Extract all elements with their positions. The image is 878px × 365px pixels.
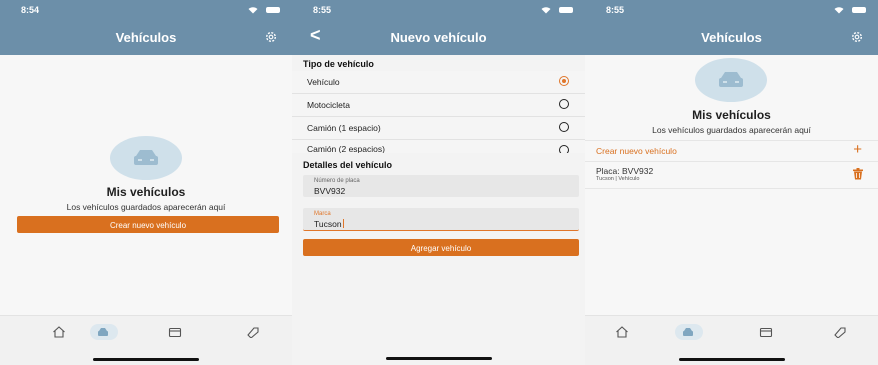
brand-field[interactable]: Marca Tucson: [303, 208, 579, 231]
vehicle-type-option[interactable]: Vehículo: [292, 71, 585, 94]
radio-unselected[interactable]: [559, 122, 569, 132]
create-vehicle-button[interactable]: Crear nuevo vehículo: [17, 216, 279, 233]
page-title: Vehículos: [115, 30, 177, 45]
vehicle-type-option[interactable]: Motocicleta: [292, 94, 585, 117]
screen-vehicles-empty: 8:54 Vehículos Mis vehículos Los vehícul…: [0, 0, 292, 365]
tab-home[interactable]: [609, 324, 637, 340]
plate-number-label: Número de placa: [314, 178, 360, 184]
status-time: 8:54: [21, 5, 40, 15]
home-icon: [53, 326, 65, 338]
status-bar: 8:54: [0, 0, 292, 20]
add-vehicle-button[interactable]: Agregar vehículo: [303, 239, 579, 256]
car-icon: [719, 72, 743, 87]
home-indicator: [678, 358, 785, 361]
vehicle-list-item[interactable]: Placa: BVV932 Tucson | Vehículo: [585, 162, 878, 189]
status-icons: [248, 6, 280, 14]
screens: 8:54 Vehículos Mis vehículos Los vehícul…: [0, 0, 878, 365]
tag-icon: [834, 327, 846, 338]
wifi-icon: [248, 7, 258, 14]
status-icons: [834, 6, 866, 14]
settings-gear-icon[interactable]: [850, 30, 864, 44]
screen-new-vehicle: 8:55 < Nuevo vehículo Tipo de vehículo V…: [292, 0, 585, 365]
home-indicator: [93, 358, 199, 361]
header: Vehículos: [585, 20, 878, 55]
tag-icon: [247, 327, 259, 338]
status-time: 8:55: [313, 5, 332, 15]
battery-icon: [266, 7, 280, 13]
card-icon: [759, 327, 773, 338]
brand-label: Marca: [314, 211, 331, 217]
empty-state-title: Mis vehículos: [106, 185, 186, 199]
brand-value: Tucson: [314, 219, 344, 229]
plate-number-value: BVV932: [314, 186, 346, 196]
tab-payment[interactable]: [162, 324, 190, 340]
empty-state-subtitle: Los vehículos guardados aparecerán aquí: [652, 125, 811, 135]
tab-promotions[interactable]: [240, 324, 268, 340]
vehicle-type-label: Motocicleta: [307, 100, 350, 110]
empty-state-subtitle: Los vehículos guardados aparecerán aquí: [66, 202, 226, 212]
car-placeholder: [695, 58, 767, 102]
radio-selected[interactable]: [559, 76, 569, 86]
tab-bar: [0, 315, 292, 365]
tab-promotions[interactable]: [827, 324, 855, 340]
vehicle-type-label: Vehículo: [307, 77, 340, 87]
status-bar: 8:55: [292, 0, 585, 20]
tab-vehicles[interactable]: [90, 324, 118, 340]
vehicle-plate: Placa: BVV932: [596, 166, 654, 176]
create-vehicle-row[interactable]: Crear nuevo vehículo +: [585, 140, 878, 162]
wifi-icon: [541, 7, 551, 14]
car-icon: [683, 328, 693, 336]
vehicle-subtitle: Tucson | Vehículo: [596, 176, 640, 182]
header: < Nuevo vehículo: [292, 20, 585, 55]
plus-icon[interactable]: +: [853, 142, 862, 157]
brand-text: Tucson: [314, 219, 342, 229]
card-icon: [168, 327, 182, 338]
status-icons: [541, 6, 573, 14]
settings-gear-icon[interactable]: [264, 30, 278, 44]
trash-icon[interactable]: [852, 168, 864, 180]
header: Vehículos: [0, 20, 292, 55]
vehicle-type-label: Camión (2 espacios): [307, 144, 385, 153]
radio-unselected[interactable]: [559, 99, 569, 109]
battery-icon: [559, 7, 573, 13]
vehicle-details-section-label: Detalles del vehículo: [303, 160, 393, 170]
home-indicator: [385, 357, 492, 360]
tab-home[interactable]: [46, 324, 74, 340]
status-bar: 8:55: [585, 0, 878, 20]
home-icon: [616, 326, 628, 338]
car-icon: [98, 328, 108, 336]
status-time: 8:55: [606, 5, 625, 15]
tab-bar: [585, 315, 878, 365]
vehicle-type-option[interactable]: Camión (1 espacio): [292, 117, 585, 140]
tab-payment[interactable]: [753, 324, 781, 340]
page-title: Nuevo vehículo: [390, 30, 487, 45]
screen-vehicles-list: 8:55 Vehículos Mis vehículos Los vehícul…: [585, 0, 878, 365]
empty-state-title: Mis vehículos: [692, 108, 771, 122]
create-vehicle-label: Crear nuevo vehículo: [596, 146, 677, 156]
plate-number-field[interactable]: Número de placa BVV932: [303, 175, 579, 197]
radio-unselected[interactable]: [559, 145, 569, 153]
vehicle-type-section-label: Tipo de vehículo: [303, 59, 374, 69]
wifi-icon: [834, 7, 844, 14]
tab-vehicles[interactable]: [675, 324, 703, 340]
page-title: Vehículos: [701, 30, 762, 45]
text-cursor: [342, 219, 344, 228]
car-placeholder: [110, 136, 182, 180]
car-icon: [134, 150, 158, 165]
vehicle-type-option[interactable]: Camión (2 espacios): [292, 140, 585, 153]
battery-icon: [852, 7, 866, 13]
vehicle-type-label: Camión (1 espacio): [307, 123, 381, 133]
